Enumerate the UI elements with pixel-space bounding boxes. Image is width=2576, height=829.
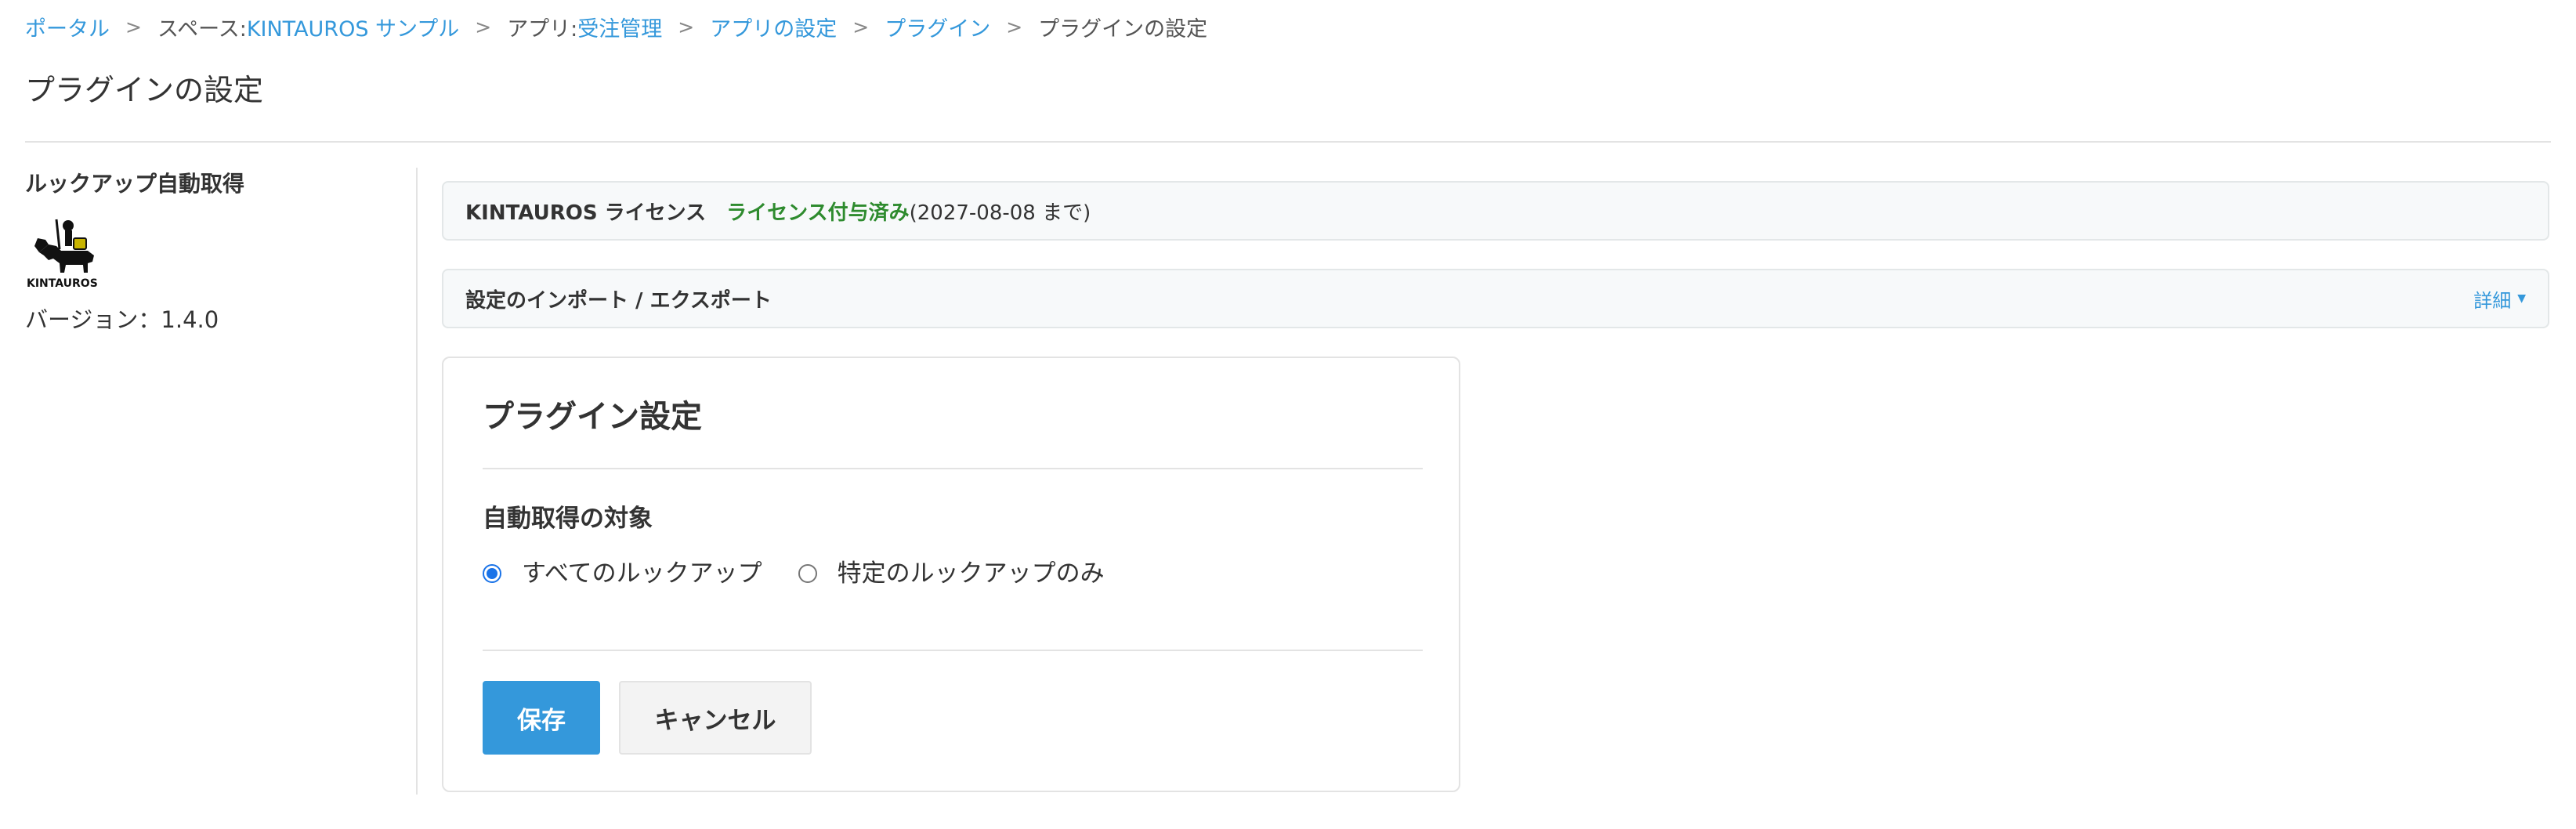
license-expiry: (2027-08-08 まで) [909,201,1091,225]
radio-option-all-lookups[interactable]: すべてのルックアップ [483,554,762,593]
breadcrumb-separator: > [125,15,142,38]
license-panel: KINTAUROS ライセンス ライセンス付与済み (2027-08-08 まで… [442,181,2549,241]
breadcrumb-separator: > [475,15,492,38]
target-radio-group: すべてのルックアップ 特定のルックアップのみ [483,554,1141,593]
plugin-info-sidebar: ルックアップ自動取得 KINTAUROS バージョン：1.4.0 [25,165,385,337]
radio-button-specific-lookups[interactable] [798,564,817,583]
knight-horse-icon: KINTAUROS [27,219,98,290]
radio-label-all-lookups[interactable]: すべてのルックアップ [522,554,762,593]
detail-toggle[interactable]: 詳細 ▼ [2473,285,2526,313]
settings-title-divider [483,468,1423,469]
license-label: KINTAUROS ライセンス [465,201,707,225]
settings-title: プラグイン設定 [483,399,702,435]
kintauros-logo: KINTAUROS [25,215,119,293]
detail-toggle-label[interactable]: 詳細 [2473,285,2511,313]
save-button[interactable]: 保存 [483,681,600,755]
breadcrumb-separator: > [678,15,695,38]
import-export-label: 設定のインポート / エクスポート [465,288,772,313]
breadcrumb-plugins-link[interactable]: プラグイン [885,12,990,42]
plugin-name: ルックアップ自動取得 [25,171,245,197]
breadcrumb-app-prefix: アプリ: [507,16,578,42]
cancel-button[interactable]: キャンセル [619,681,812,755]
logo-wordmark: KINTAUROS [27,277,98,290]
breadcrumb-app-link[interactable]: 受注管理 [577,12,662,42]
plugin-version: バージョン：1.4.0 [25,306,219,333]
import-export-panel: 設定のインポート / エクスポート 詳細 ▼ [442,269,2549,328]
title-divider [25,141,2551,143]
radio-button-all-lookups[interactable] [483,564,501,583]
breadcrumb-portal-link[interactable]: ポータル [25,12,110,42]
radio-label-specific-lookups[interactable]: 特定のルックアップのみ [838,554,1105,593]
caret-down-icon[interactable]: ▼ [2517,292,2526,305]
breadcrumb-space-link[interactable]: KINTAUROS サンプル [247,12,459,42]
plugin-settings-card: プラグイン設定 自動取得の対象 すべてのルックアップ 特定のルックアップのみ 保… [442,357,1460,792]
breadcrumb: ポータル > スペース: KINTAUROS サンプル > アプリ: 受注管理 … [25,11,1207,42]
breadcrumb-space-prefix: スペース: [157,16,247,42]
radio-option-specific-lookups[interactable]: 特定のルックアップのみ [798,554,1105,593]
breadcrumb-separator: > [1006,15,1023,38]
column-divider [416,168,418,795]
page-title: プラグインの設定 [25,73,264,107]
breadcrumb-separator: > [852,15,870,38]
actions-divider [483,650,1423,651]
breadcrumb-current: プラグインの設定 [1038,16,1208,42]
breadcrumb-app-settings-link[interactable]: アプリの設定 [710,12,837,42]
license-status: ライセンス付与済み [726,201,910,225]
target-field-label: 自動取得の対象 [483,505,653,533]
